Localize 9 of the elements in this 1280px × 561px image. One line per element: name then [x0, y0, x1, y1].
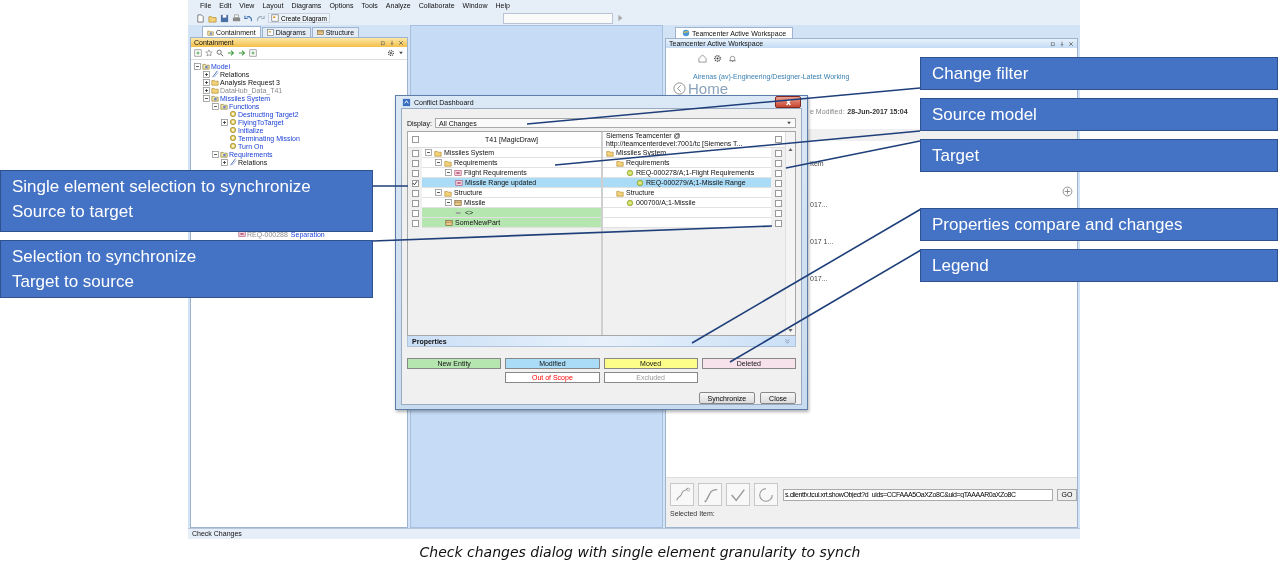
callout: Properties compare and changes	[920, 208, 1278, 241]
page-heading: Home	[688, 82, 728, 95]
callout: Single element selection to synchronize Source to target	[0, 170, 373, 232]
callout: Legend	[920, 249, 1278, 282]
callout: Change filter	[920, 57, 1278, 90]
callout: Target	[920, 139, 1278, 172]
callout: Source model	[920, 98, 1278, 131]
figure-caption: Check changes dialog with single element granularity to synch	[419, 543, 861, 561]
callout: Selection to synchronize Target to source	[0, 240, 373, 298]
